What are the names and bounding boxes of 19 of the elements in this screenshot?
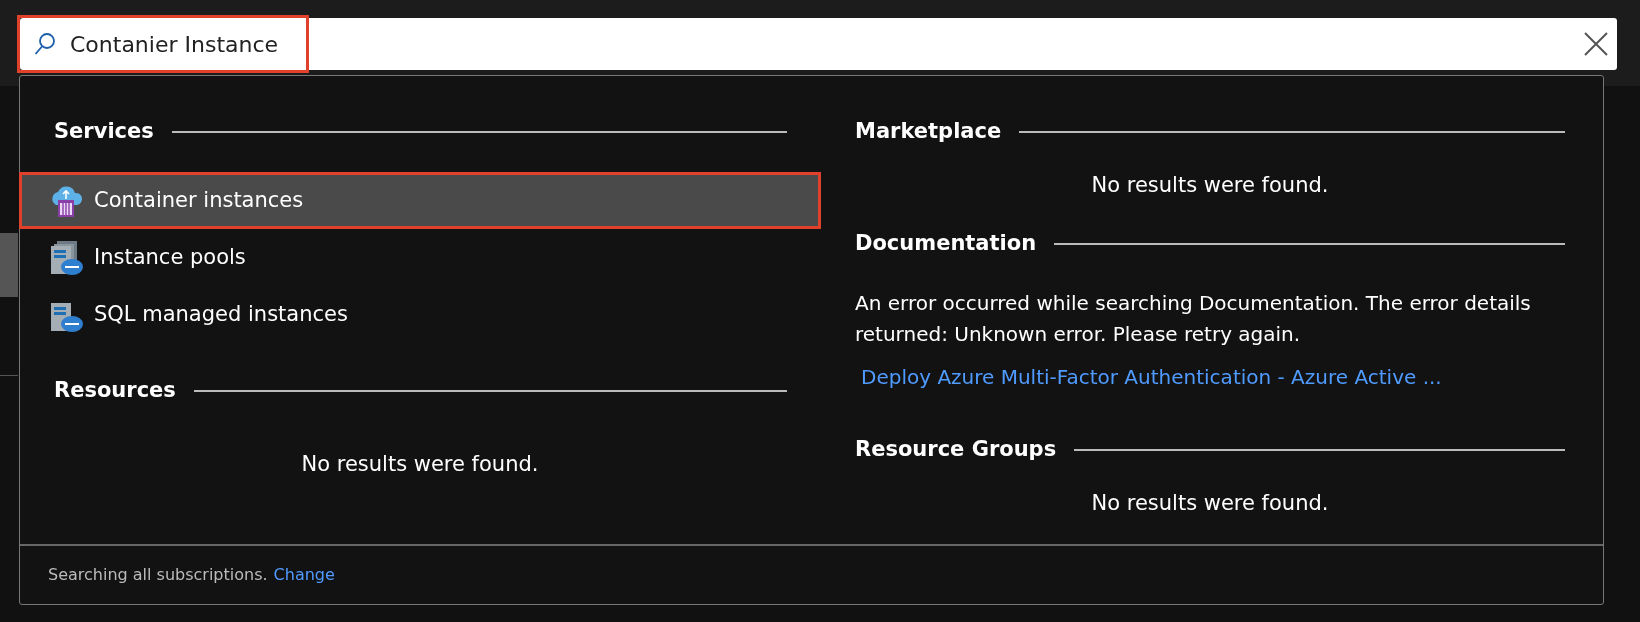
search-icon — [34, 32, 56, 56]
change-link[interactable]: Change — [273, 563, 335, 587]
error-message: An error occurred while searching Documentation. The error details returned: Unknown error. Please retry again. — [855, 289, 1532, 348]
documentation-link[interactable]: Deploy Azure Multi-Factor Authentication - Azure Active ... — [861, 361, 1442, 392]
search-field[interactable]: Contanier Instance — [70, 27, 290, 61]
service-result-item[interactable]: Instance pools — [19, 229, 821, 286]
section-heading: Marketplace — [855, 118, 1002, 146]
section-heading: Resources — [54, 377, 176, 405]
section-heading: Documentation — [855, 229, 1037, 257]
footer-text: Searching all subscriptions. — [48, 564, 268, 586]
sql-server-icon — [48, 239, 84, 276]
close-button[interactable] — [1583, 31, 1609, 57]
no-results-message: No results were found. — [1090, 489, 1330, 517]
section-heading: Services — [54, 118, 154, 146]
service-result-item[interactable]: Container instances — [19, 172, 821, 229]
service-result-item[interactable]: SQL managed instances — [19, 286, 821, 343]
section-heading: Resource Groups — [855, 435, 1057, 463]
no-results-message: No results were found. — [1090, 172, 1330, 199]
no-results-message: No results were found. — [300, 451, 540, 478]
